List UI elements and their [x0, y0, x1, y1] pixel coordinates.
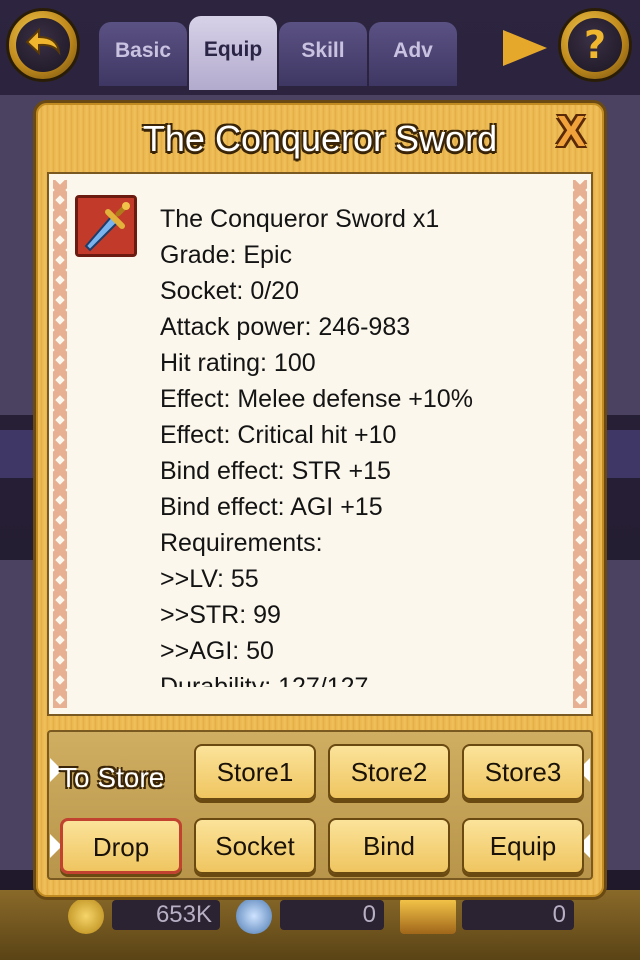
tab-adv[interactable]: Adv [369, 22, 457, 86]
gem-icon [236, 898, 272, 934]
stat-line: Bind effect: AGI +15 [160, 493, 383, 521]
to-store-label: To Store [60, 762, 165, 793]
socket-button[interactable]: Socket [194, 818, 316, 874]
tab-label: Adv [393, 39, 433, 62]
stat-line: Effect: Melee defense +10% [160, 385, 473, 413]
dialog-title: The Conqueror Sword [142, 118, 498, 159]
gold-coin-icon [68, 898, 104, 934]
stat-line: Effect: Critical hit +10 [160, 421, 397, 449]
help-button[interactable]: ? [558, 8, 632, 82]
item-stats-list[interactable]: The Conqueror Sword x1 Grade: Epic Socke… [160, 203, 580, 687]
stat-line: Attack power: 246-983 [160, 313, 411, 341]
help-icon: ? [568, 18, 622, 72]
stat-line: Hit rating: 100 [160, 349, 316, 377]
bind-button[interactable]: Bind [328, 818, 450, 874]
tab-label: Skill [301, 39, 345, 62]
stat-line: The Conqueror Sword x1 [160, 205, 440, 233]
stat-line: >>LV: 55 [160, 565, 259, 593]
gem-amount: 0 [280, 900, 384, 930]
drop-button[interactable]: Drop [60, 818, 182, 874]
tab-basic[interactable]: Basic [99, 22, 187, 86]
stat-line: Requirements: [160, 529, 323, 557]
tab-label: Basic [114, 39, 172, 62]
stat-line: >>STR: 99 [160, 601, 281, 629]
chest-amount: 0 [462, 900, 574, 930]
next-arrow-icon[interactable] [503, 30, 547, 66]
sword-icon [75, 195, 137, 257]
store3-button[interactable]: Store3 [462, 744, 584, 800]
store1-button[interactable]: Store1 [194, 744, 316, 800]
stat-line: >>AGI: 50 [160, 637, 274, 665]
tab-skill[interactable]: Skill [279, 22, 367, 86]
diamond-border-left [53, 180, 67, 708]
back-arrow-icon [16, 18, 70, 72]
back-button[interactable] [6, 8, 80, 82]
stat-line: Grade: Epic [160, 241, 293, 269]
stat-line: Durability: 127/127 [160, 673, 369, 687]
stat-line: Socket: 0/20 [160, 277, 299, 305]
store2-button[interactable]: Store2 [328, 744, 450, 800]
treasure-chest-icon [400, 898, 456, 934]
stat-line: Bind effect: STR +15 [160, 457, 391, 485]
close-button[interactable]: X [548, 110, 594, 154]
gold-amount: 653K [112, 900, 220, 930]
tab-label: Equip [203, 38, 263, 61]
tab-equip[interactable]: Equip [189, 16, 277, 90]
equip-button[interactable]: Equip [462, 818, 584, 874]
